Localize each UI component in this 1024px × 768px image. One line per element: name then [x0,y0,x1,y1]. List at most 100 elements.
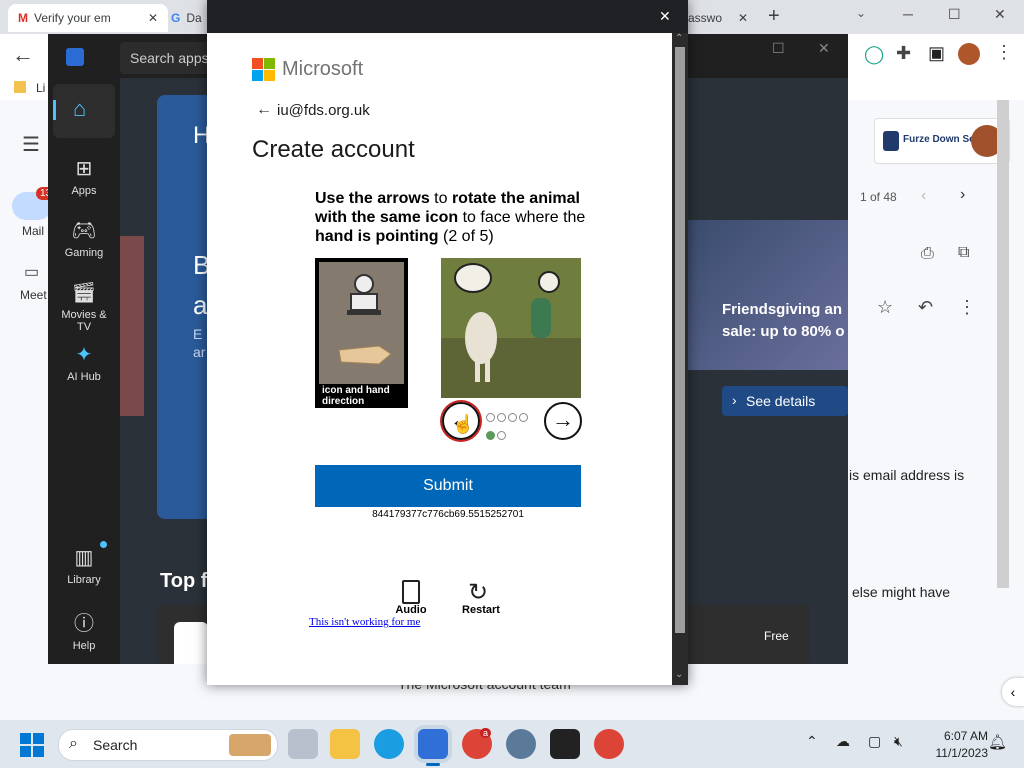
rail-movies[interactable]: 🎬︎ Movies & TV [53,280,115,333]
hero-desc-line1: E [193,326,203,342]
profile-avatar[interactable] [958,43,980,65]
mail-label[interactable]: Mail [22,224,44,238]
scroll-thumb[interactable] [675,47,685,633]
file-explorer-icon[interactable] [330,729,360,759]
tab-google[interactable]: G Da [165,4,211,32]
see-details-button[interactable]: See details › [722,386,848,416]
sidepanel-icon[interactable]: ▣ [928,43,945,64]
clock-time[interactable]: 6:07 AM [928,729,988,743]
rail-label: Library [67,574,101,586]
bookmark-label[interactable]: Li [36,81,45,95]
mouse-cursor-icon: ☝ [452,414,475,434]
next-page-icon[interactable]: › [960,186,965,204]
settings-icon[interactable] [506,729,536,759]
window-close-button[interactable]: ✕ [994,6,1006,23]
more-icon[interactable]: ⋮ [958,297,976,318]
back-button[interactable]: ← [12,42,34,68]
dialog-scrollbar[interactable]: ⌃ ⌄ [672,33,688,685]
tray-overflow-icon[interactable]: ⌃ [806,733,818,750]
email-body-text: is email address is [849,467,965,483]
top-free-card-2[interactable]: Free [688,605,810,664]
rotate-right-button[interactable]: → [544,402,582,440]
bookmark-folder-icon [14,81,26,93]
audio-button[interactable]: Audio [395,578,427,618]
start-button[interactable] [20,733,44,757]
hero-title-line2: a [193,290,208,320]
progress-dot [497,431,506,440]
rail-apps[interactable]: ⊞ Apps [53,156,115,197]
instr-text: to [429,190,452,207]
back-arrow-icon[interactable]: ← [256,101,272,119]
new-tab-button[interactable]: + [768,5,780,28]
rail-ai-hub[interactable]: ✦ AI Hub [53,342,115,383]
active-app-indicator [426,763,440,766]
taskbar-search-label: Search [93,737,138,753]
store-maximize-button[interactable]: ☐ [772,40,785,57]
restart-icon: ↻ [468,579,489,606]
library-icon: ▥ [74,547,94,569]
prev-page-icon[interactable]: ‹ [921,187,926,205]
email-body-text: else might have [852,584,951,600]
rail-home[interactable]: ⌂ [53,84,115,138]
tab-search-icon[interactable]: ⌄ [856,6,866,20]
gmail-menu-icon[interactable]: ☰ [22,132,40,157]
rail-library[interactable]: ▥ Library [53,545,115,586]
open-new-window-icon[interactable]: ⧉ [958,244,969,262]
print-icon[interactable]: ⎙ [921,245,934,263]
tab-gmail[interactable]: M Verify your em ✕ [8,4,168,32]
google-icon: G [171,11,181,25]
instr-bold: Use the arrows [315,190,430,207]
side-panel-toggle[interactable]: ‹ [1002,678,1024,706]
store-search-input[interactable]: Search apps [120,42,210,74]
promo-art [688,220,848,370]
meet-label[interactable]: Meet [20,288,47,302]
icon-and-hand-illustration [319,262,404,384]
ms-store-taskbar-icon[interactable] [418,729,448,759]
submit-button[interactable]: Submit [315,465,581,507]
school-crest-icon [883,131,899,151]
scroll-up-icon[interactable]: ⌃ [675,33,683,44]
school-logo-card: Furze Down School [874,118,1010,164]
audio-label: Audio [395,604,427,616]
dialog-close-button[interactable]: ✕ [659,8,671,25]
network-icon[interactable]: ▢ [868,733,881,750]
store-close-button[interactable]: ✕ [818,40,830,57]
clock-date[interactable]: 11/1/2023 [922,746,989,760]
instr-bold: hand is pointing [315,228,439,245]
restart-button[interactable]: ↻ Restart [462,578,500,618]
star-icon[interactable]: ☆ [877,297,893,318]
maximize-button[interactable]: ☐ [948,6,961,23]
scroll-down-icon[interactable]: ⌄ [675,669,683,680]
close-icon[interactable]: ✕ [148,11,158,25]
extension-icon[interactable]: ◯ [864,44,884,65]
reply-icon[interactable]: ↶ [918,297,933,318]
notification-bell-icon[interactable]: 🔔︎ [988,733,1007,751]
chrome-profile-badge: a [480,728,492,738]
hero-desc-line2: ar [193,344,206,360]
rail-help[interactable]: ⓘ Help [53,607,115,652]
chrome-icon-2[interactable] [594,729,624,759]
gmail-scrollbar[interactable] [997,100,1009,588]
not-working-link[interactable]: This isn't working for me [309,616,420,628]
puzzle-icon[interactable]: ✚ [896,43,911,64]
edge-icon[interactable] [374,729,404,759]
rail-label: Help [72,640,96,652]
tab-password[interactable]: asswo ✕ [688,4,758,32]
app-thumbnail [174,622,208,664]
captcha-instructions: Use the arrows to rotate the animal with… [315,189,590,246]
dialog-titlebar: ✕ [207,0,688,33]
7zip-icon[interactable] [550,729,580,759]
progress-dot [508,413,517,422]
volume-muted-icon[interactable]: 🔇︎ [894,733,903,750]
minimize-button[interactable]: ─ [903,6,913,22]
task-view-icon[interactable] [288,729,318,759]
close-icon[interactable]: ✕ [738,11,748,25]
rail-label: Apps [71,185,97,197]
onedrive-icon[interactable]: ☁ [836,733,850,750]
store-logo-icon [66,48,84,66]
taskbar-search[interactable]: ⌕ Search [58,729,278,761]
instr-text: (2 of 5) [438,228,494,245]
search-icon: ⌕ [69,735,78,752]
menu-icon[interactable]: ⋮ [995,42,1013,63]
rail-gaming[interactable]: 🎮︎ Gaming [53,218,115,259]
